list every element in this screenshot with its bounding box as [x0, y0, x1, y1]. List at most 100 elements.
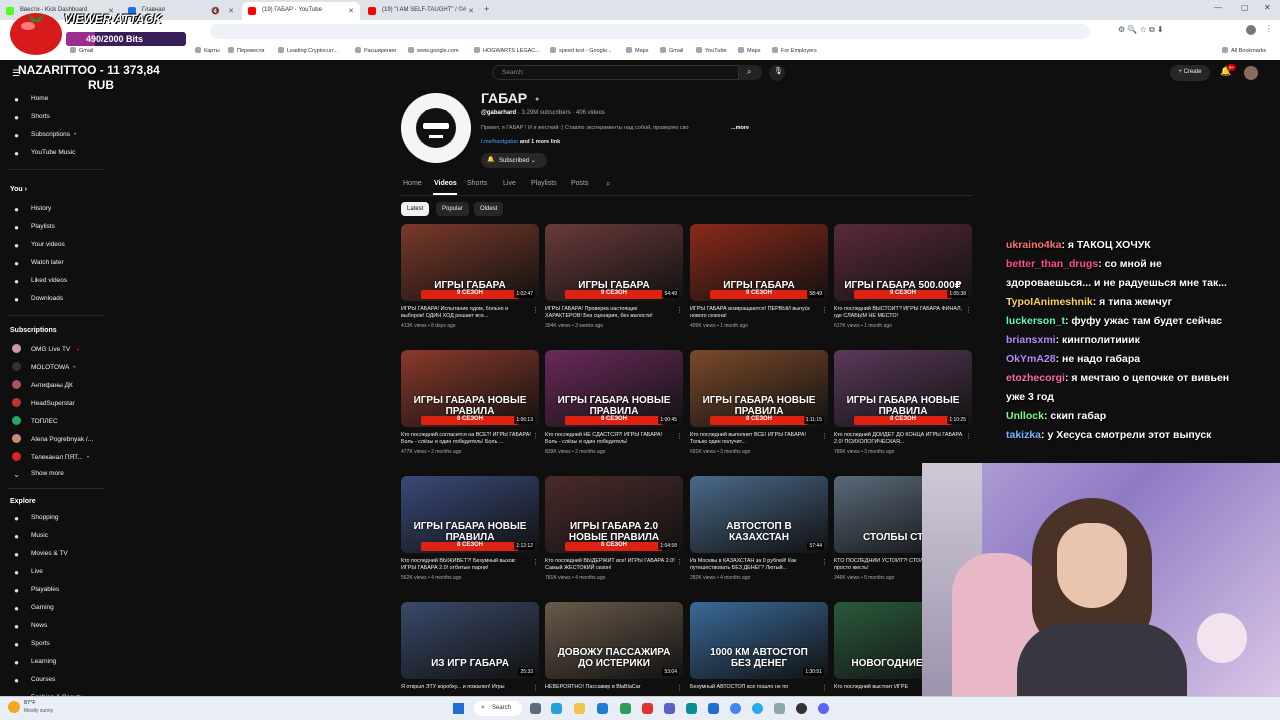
- video-thumbnail[interactable]: ИГРЫ ГАБАРА НОВЫЕ ПРАВИЛА 8 СЕЗОН 1:10:2…: [834, 350, 972, 427]
- bookmark[interactable]: HOGWARTS LEGAC...: [474, 47, 540, 54]
- video-card[interactable]: ИГРЫ ГАБАРА 9 СЕЗОН 1:02:47 ИГРЫ ГАБАРА!…: [401, 224, 539, 329]
- close-icon[interactable]: ✕: [228, 7, 234, 15]
- chrome-icon[interactable]: [730, 703, 741, 714]
- tab-live[interactable]: Live: [503, 180, 516, 187]
- channel-search-icon[interactable]: ⌕: [606, 179, 610, 189]
- sidebar-item[interactable]: ● Gaming: [12, 604, 54, 616]
- sidebar-item[interactable]: ● Downloads: [12, 295, 63, 307]
- channel-description[interactable]: Привет, я ГАБАР ! И я жесткий :) Ставлю …: [481, 125, 726, 131]
- sidebar-item[interactable]: ● Shopping: [12, 514, 58, 526]
- video-thumbnail[interactable]: ИГРЫ ГАБАРА НОВЫЕ ПРАВИЛА 8 СЕЗОН 1:12:1…: [401, 476, 539, 553]
- tab-posts[interactable]: Posts: [571, 180, 589, 187]
- sidebar-item[interactable]: ● Watch later: [12, 259, 64, 271]
- tab-home[interactable]: Home: [403, 180, 422, 187]
- tab-playlists[interactable]: Playlists: [531, 180, 557, 187]
- sidebar-item[interactable]: ● Live: [12, 568, 43, 580]
- profile-avatar[interactable]: [1246, 25, 1256, 35]
- mail-icon[interactable]: [708, 703, 719, 714]
- more-actions-icon[interactable]: ⋮: [676, 684, 683, 692]
- bookmark[interactable]: www.google.com: [408, 47, 459, 54]
- account-avatar[interactable]: [1244, 66, 1258, 80]
- video-title[interactable]: Из Москвы в КАЗАХСТАН за 0 рублей! Как п…: [690, 558, 828, 572]
- channel-avatar[interactable]: [401, 93, 471, 163]
- video-thumbnail[interactable]: ИГРЫ ГАБАРА 9 СЕЗОН 54:49: [545, 224, 683, 301]
- windows-start-icon[interactable]: [453, 703, 464, 714]
- video-card[interactable]: ДОВОЖУ ПАССАЖИРА ДО ИСТЕРИКИ 53:04 НЕВЕР…: [545, 602, 683, 698]
- teams-icon[interactable]: [664, 703, 675, 714]
- bookmark[interactable]: Расширения: [355, 47, 396, 54]
- video-title[interactable]: Кто последний ВЫДЕРЖИТ все! ИГРЫ ГАБАРА …: [545, 558, 683, 572]
- sidebar-item[interactable]: ● Your videos: [12, 241, 65, 253]
- sidebar-item[interactable]: ● YouTube Music: [12, 149, 75, 161]
- subscribed-button[interactable]: 🔔 Subscribed ⌄: [481, 153, 547, 168]
- sidebar-item[interactable]: ● News: [12, 622, 47, 634]
- more-actions-icon[interactable]: ⋮: [676, 558, 683, 566]
- store-icon[interactable]: [597, 703, 608, 714]
- sidebar-subscription[interactable]: OMG Live TV ●: [12, 344, 79, 356]
- bookmark[interactable]: Maps: [626, 47, 648, 54]
- chip-popular[interactable]: Popular: [436, 202, 469, 216]
- minimize-icon[interactable]: —: [1214, 3, 1222, 12]
- more-actions-icon[interactable]: ⋮: [676, 432, 683, 440]
- video-thumbnail[interactable]: ИГРЫ ГАБАРА НОВЫЕ ПРАВИЛА 8 СЕЗОН 1:11:1…: [690, 350, 828, 427]
- bookmark[interactable]: Leading Cryptocurr...: [278, 47, 338, 54]
- sidebar-item[interactable]: ● Courses: [12, 676, 55, 688]
- obs-icon[interactable]: [796, 703, 807, 714]
- office-icon[interactable]: [642, 703, 653, 714]
- video-thumbnail[interactable]: 1000 КМ АВТОСТОП БЕЗ ДЕНЕГ 1:30:51: [690, 602, 828, 679]
- app-icon-2[interactable]: [774, 703, 785, 714]
- more-links[interactable]: and 1 more link: [520, 139, 560, 145]
- video-thumbnail[interactable]: ИЗ ИГР ГАБАРА 25:33: [401, 602, 539, 679]
- sidebar-item[interactable]: ● Liked videos: [12, 277, 67, 289]
- video-card[interactable]: ИГРЫ ГАБАРА 500.000₽ 9 СЕЗОН 1:05:38 Кто…: [834, 224, 972, 329]
- sidebar-subscription[interactable]: Телеканал ПЯТ... •: [12, 452, 89, 464]
- video-title[interactable]: Кто последний НЕ СДАСТСЯ?! ИГРЫ ГАБАРА! …: [545, 432, 683, 446]
- xbox-icon[interactable]: [620, 703, 631, 714]
- video-card[interactable]: ИГРЫ ГАБАРА 9 СЕЗОН 58:49 ИГРЫ ГАБАРА во…: [690, 224, 828, 329]
- sidebar-subscription[interactable]: HeadSuperstar: [12, 398, 75, 410]
- more-actions-icon[interactable]: ⋮: [821, 558, 828, 566]
- video-title[interactable]: Кто последний ДОЙДЕТ ДО КОНЦА ИГРЫ ГАБАР…: [834, 432, 972, 446]
- sidebar-subscription[interactable]: ТОПЛЕС: [12, 416, 58, 428]
- sidebar-section-you[interactable]: You ›: [10, 186, 27, 193]
- bookmark[interactable]: Карты: [195, 47, 220, 54]
- video-card[interactable]: ИЗ ИГР ГАБАРА 25:33 Я открыл ЭТУ коробку…: [401, 602, 539, 698]
- tab-videos[interactable]: Videos: [434, 180, 457, 187]
- more-actions-icon[interactable]: ⋮: [532, 306, 539, 314]
- search-input[interactable]: Search: [492, 65, 762, 80]
- all-bookmarks[interactable]: All Bookmarks: [1222, 47, 1266, 54]
- channel-link[interactable]: t.me/hardgabar: [481, 139, 518, 145]
- sidebar-item[interactable]: ● Sports: [12, 640, 50, 652]
- show-more-button[interactable]: ⌄ Show more: [12, 470, 64, 482]
- video-title[interactable]: Кто последний согласится на ВСЕ?! ИГРЫ Г…: [401, 432, 539, 446]
- task-view-icon[interactable]: [530, 703, 541, 714]
- tab-shorts[interactable]: Shorts: [467, 180, 487, 187]
- close-icon[interactable]: ✕: [348, 7, 354, 15]
- video-card[interactable]: ИГРЫ ГАБАРА НОВЫЕ ПРАВИЛА 8 СЕЗОН 1:12:1…: [401, 476, 539, 581]
- video-thumbnail[interactable]: ДОВОЖУ ПАССАЖИРА ДО ИСТЕРИКИ 53:04: [545, 602, 683, 679]
- video-title[interactable]: ИГРЫ ГАБАРА! Проверка настоящих ХАРАКТЕР…: [545, 306, 683, 320]
- browser-tab[interactable]: (19) "I AM SELF-TAUGHT" / ©# ✕: [362, 2, 480, 20]
- video-thumbnail[interactable]: ИГРЫ ГАБАРА НОВЫЕ ПРАВИЛА 8 СЕЗОН 1:06:1…: [401, 350, 539, 427]
- address-bar[interactable]: [210, 24, 1090, 39]
- sidebar-item[interactable]: ● Subscriptions •: [12, 131, 76, 143]
- sidebar-item[interactable]: ● Learning: [12, 658, 56, 670]
- new-tab-icon[interactable]: +: [484, 4, 489, 14]
- app-icon[interactable]: [686, 703, 697, 714]
- sidebar-item[interactable]: ● Shorts: [12, 113, 50, 125]
- video-card[interactable]: ИГРЫ ГАБАРА НОВЫЕ ПРАВИЛА 8 СЕЗОН 1:10:2…: [834, 350, 972, 455]
- bookmark[interactable]: Maps: [738, 47, 760, 54]
- video-card[interactable]: ИГРЫ ГАБАРА 9 СЕЗОН 54:49 ИГРЫ ГАБАРА! П…: [545, 224, 683, 329]
- more-actions-icon[interactable]: ⋮: [821, 306, 828, 314]
- sidebar-item[interactable]: ● Playlists: [12, 223, 55, 235]
- more-actions-icon[interactable]: ⋮: [532, 684, 539, 692]
- video-thumbnail[interactable]: ИГРЫ ГАБАРА 500.000₽ 9 СЕЗОН 1:05:38: [834, 224, 972, 301]
- edge-icon[interactable]: [551, 703, 562, 714]
- mute-icon[interactable]: 🔇: [211, 7, 220, 15]
- more-actions-icon[interactable]: ⋮: [821, 684, 828, 692]
- more-actions-icon[interactable]: ⋮: [532, 432, 539, 440]
- video-thumbnail[interactable]: ИГРЫ ГАБАРА 9 СЕЗОН 1:02:47: [401, 224, 539, 301]
- extension-icons[interactable]: ⚙ 🔍 ☆ ⧉ ⬇: [1118, 25, 1164, 35]
- telegram-icon[interactable]: [752, 703, 763, 714]
- menu-icon[interactable]: ⋮: [1265, 24, 1273, 33]
